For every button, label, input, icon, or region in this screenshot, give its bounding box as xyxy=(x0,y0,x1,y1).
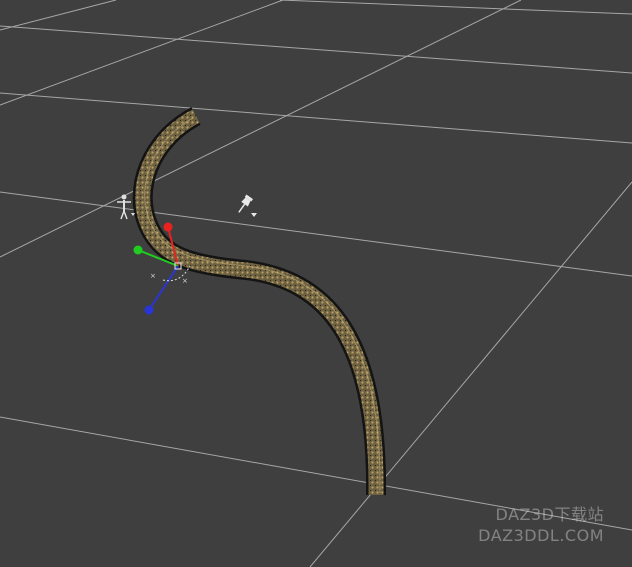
tube-highlight xyxy=(144,117,381,494)
tube-object[interactable] xyxy=(132,107,387,496)
tube-surface xyxy=(135,109,384,496)
grid-line xyxy=(0,191,632,277)
floor-grid xyxy=(0,0,632,567)
grid-line xyxy=(0,0,117,31)
gizmo-marker: × xyxy=(150,272,156,280)
pin-dropdown-icon[interactable] xyxy=(251,213,257,217)
gizmo-marker: × xyxy=(182,277,188,285)
3d-viewport[interactable]: × × DAZ3D下载站 DAZ3DDL.COM xyxy=(0,0,632,567)
gizmo-x-handle[interactable] xyxy=(163,222,173,232)
gizmo-z-handle[interactable] xyxy=(144,305,154,315)
grid-line xyxy=(279,0,632,15)
pin-icon[interactable] xyxy=(236,194,254,215)
grid-line xyxy=(0,92,632,144)
tube-outline xyxy=(132,107,387,496)
grid-line xyxy=(0,0,284,106)
gizmo-y-handle[interactable] xyxy=(133,245,143,255)
grid-line xyxy=(0,416,632,531)
scene-canvas[interactable]: × × xyxy=(0,0,632,567)
grid-line xyxy=(0,25,632,74)
